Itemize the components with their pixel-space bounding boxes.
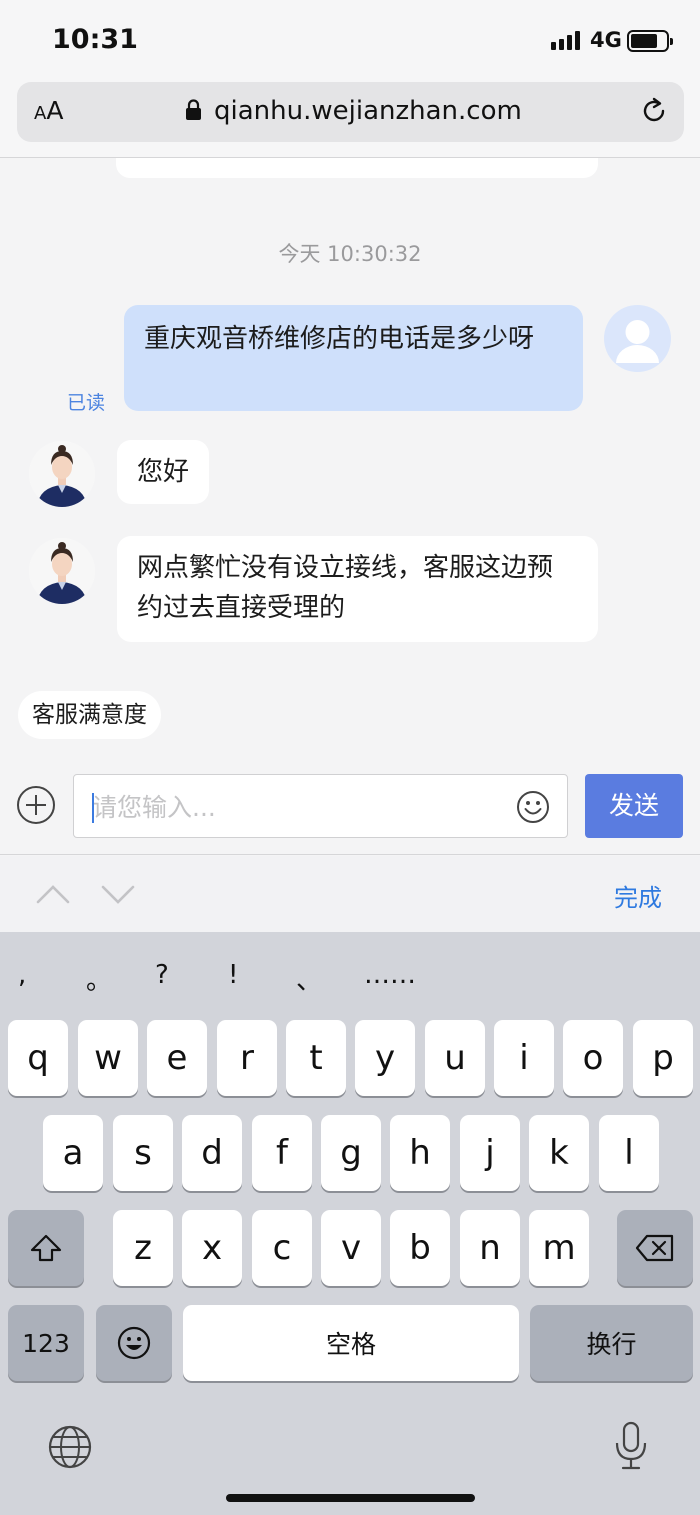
key[interactable]: c [252,1210,312,1286]
key[interactable]: z [113,1210,173,1286]
emoji-icon[interactable] [515,789,551,825]
key[interactable]: y [355,1020,415,1096]
key[interactable]: d [182,1115,242,1191]
url-text[interactable]: qianhu.wejianzhan.com [214,96,522,126]
satisfaction-button[interactable]: 客服满意度 [18,691,161,739]
key[interactable]: h [390,1115,450,1191]
agent-avatar [29,441,95,507]
emoji-icon [117,1326,151,1360]
text-caret [92,793,94,823]
key[interactable]: r [217,1020,277,1096]
message-input[interactable] [92,787,502,827]
shift-icon [30,1234,62,1262]
key[interactable]: q [8,1020,68,1096]
key[interactable]: k [529,1115,589,1191]
punct-key[interactable]: 。 [86,960,112,997]
composer: 发送 [0,764,700,855]
chevron-down-icon[interactable] [100,880,136,908]
delete-icon [635,1234,674,1262]
key[interactable]: p [633,1020,693,1096]
message-input-box[interactable] [73,774,568,838]
return-key[interactable]: 换行 [530,1305,693,1381]
key[interactable]: n [460,1210,520,1286]
keyboard: , 。 ? ! 、 …… q w e r t y u i o p a s d f… [0,932,700,1515]
agent-avatar [29,538,95,604]
agent-message: 网点繁忙没有设立接线，客服这边预约过去直接受理的 [117,536,598,642]
message-timestamp: 今天 10:30:32 [278,242,422,266]
globe-icon[interactable] [47,1424,93,1470]
key[interactable]: f [252,1115,312,1191]
chevron-up-icon[interactable] [35,880,71,908]
user-avatar [604,305,671,372]
battery-icon [627,30,673,52]
key[interactable]: i [494,1020,554,1096]
key[interactable]: j [460,1115,520,1191]
signal-icon [551,31,580,50]
lock-icon [186,99,201,120]
numbers-key[interactable]: 123 [8,1305,84,1381]
key[interactable]: a [43,1115,103,1191]
key[interactable]: v [321,1210,381,1286]
punct-key[interactable]: , [18,960,26,990]
user-message: 重庆观音桥维修店的电话是多少呀 [124,305,583,411]
punct-key[interactable]: …… [364,960,416,990]
microphone-icon[interactable] [613,1421,649,1471]
previous-message-card [116,158,598,178]
send-button[interactable]: 发送 [585,774,683,838]
browser-chrome: 10:31 4G AA qianhu.wejianzhan.com [0,0,700,158]
key[interactable]: o [563,1020,623,1096]
reload-icon[interactable] [639,96,669,126]
network-type: 4G [590,28,622,52]
key[interactable]: t [286,1020,346,1096]
text-size-button[interactable]: AA [34,96,63,125]
key[interactable]: m [529,1210,589,1286]
shift-key[interactable] [8,1210,84,1286]
read-receipt: 已读 [67,392,106,414]
key[interactable]: x [182,1210,242,1286]
home-indicator[interactable] [226,1494,475,1502]
chat-area[interactable]: 今天 10:30:32 重庆观音桥维修店的电话是多少呀 已读 您好 网点繁忙没有… [0,158,700,855]
plus-icon[interactable] [17,786,55,824]
done-button[interactable]: 完成 [614,878,662,913]
address-bar[interactable]: AA qianhu.wejianzhan.com [17,82,684,142]
punct-key[interactable]: 、 [296,960,322,997]
key[interactable]: e [147,1020,207,1096]
key[interactable]: w [78,1020,138,1096]
emoji-key[interactable] [96,1305,172,1381]
space-key[interactable]: 空格 [183,1305,519,1381]
key[interactable]: u [425,1020,485,1096]
punct-key[interactable]: ! [228,960,238,990]
key[interactable]: s [113,1115,173,1191]
delete-key[interactable] [617,1210,693,1286]
key[interactable]: b [390,1210,450,1286]
agent-message: 您好 [117,440,210,504]
key[interactable]: l [599,1115,659,1191]
punct-key[interactable]: ? [155,960,169,990]
key[interactable]: g [321,1115,381,1191]
status-time: 10:31 [52,24,138,55]
keyboard-accessory-bar: 完成 [0,856,700,932]
